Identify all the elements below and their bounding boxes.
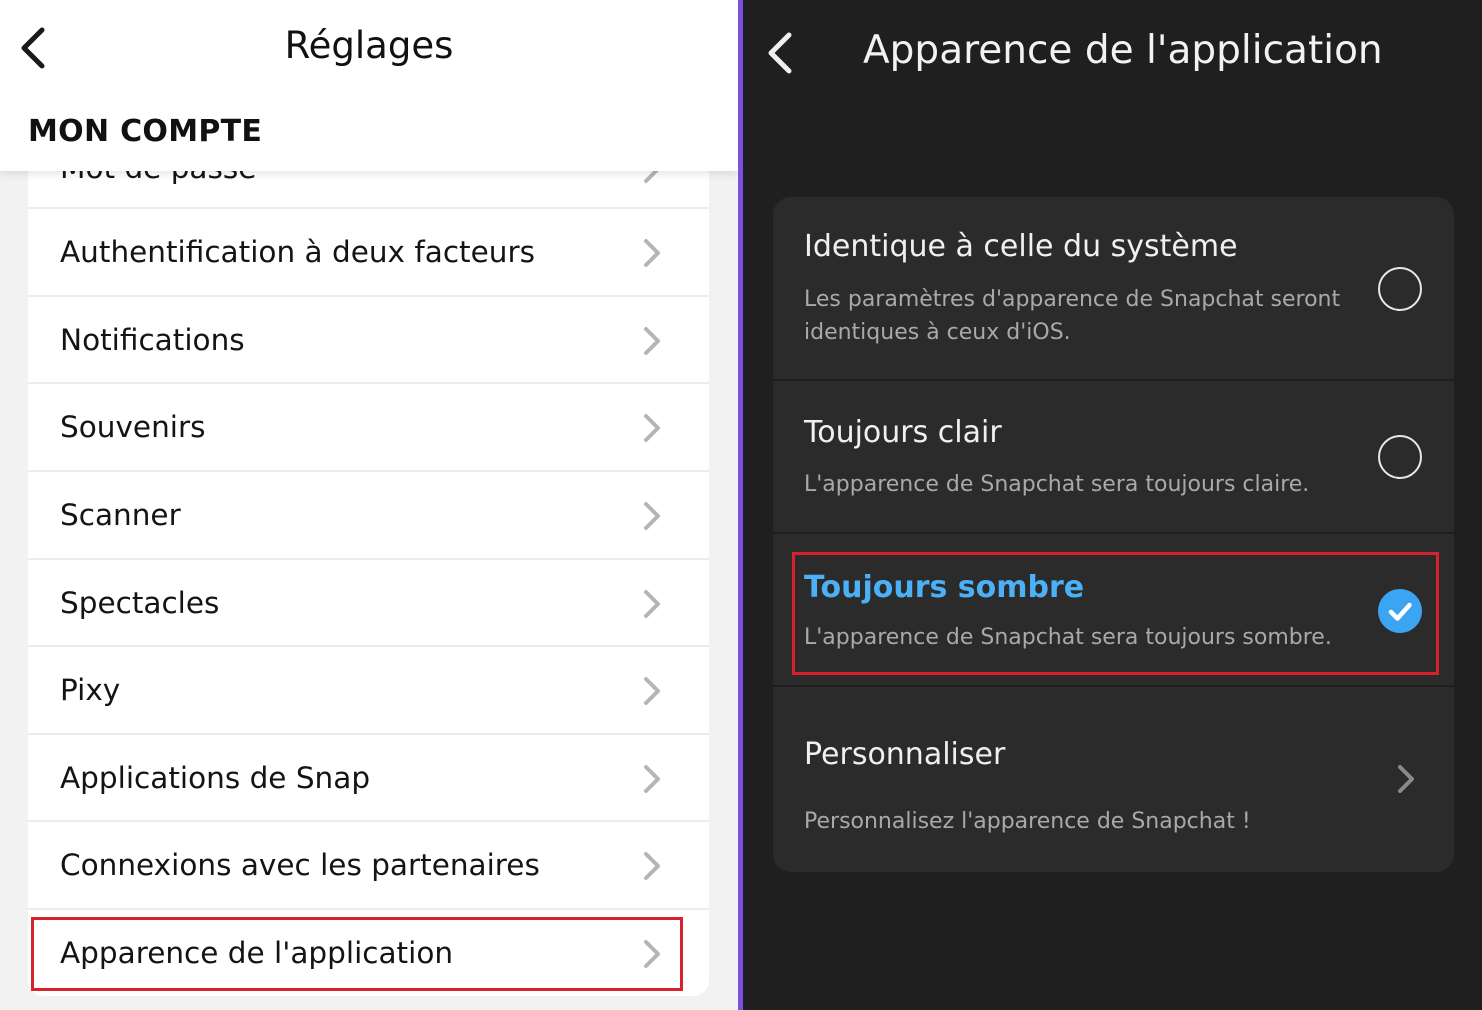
- option-description-line: identiques à ceux d'iOS.: [804, 320, 1071, 345]
- settings-item-notifications[interactable]: Notifications: [28, 295, 709, 382]
- option-always-light[interactable]: Toujours clair L'apparence de Snapchat s…: [773, 381, 1454, 532]
- option-title: Toujours clair: [804, 415, 1002, 450]
- chevron-right-icon: [644, 940, 660, 968]
- settings-item-label: Spectacles: [60, 586, 220, 620]
- settings-item-label: Authentification à deux facteurs: [60, 235, 535, 269]
- appearance-options-card: Identique à celle du système Les paramèt…: [773, 197, 1454, 872]
- option-always-dark[interactable]: Toujours sombre L'apparence de Snapchat …: [773, 534, 1454, 685]
- settings-item-snap-apps[interactable]: Applications de Snap: [28, 733, 709, 820]
- settings-item-label: Applications de Snap: [60, 761, 371, 795]
- settings-item-spectacles[interactable]: Spectacles: [28, 558, 709, 645]
- chevron-right-icon: [644, 677, 660, 705]
- settings-item-label: Souvenirs: [60, 410, 206, 444]
- settings-item-label: Scanner: [60, 498, 181, 532]
- settings-item-souvenirs[interactable]: Souvenirs: [28, 382, 709, 469]
- checkmark-icon[interactable]: [1378, 589, 1422, 633]
- option-title-selected: Toujours sombre: [804, 570, 1085, 605]
- chevron-right-icon: [644, 414, 660, 442]
- settings-item-scanner[interactable]: Scanner: [28, 470, 709, 557]
- settings-item-label: Notifications: [60, 323, 245, 357]
- page-title: Réglages: [284, 24, 454, 67]
- option-customize[interactable]: Personnaliser Personnalisez l'apparence …: [773, 687, 1454, 872]
- option-description: Personnalisez l'apparence de Snapchat !: [804, 809, 1251, 834]
- appearance-panel: Apparence de l'application Identique à c…: [743, 0, 1482, 1010]
- check-glyph: [1388, 602, 1412, 621]
- settings-panel: Réglages MON COMPTE Mot de passe Authent…: [0, 0, 738, 1010]
- radio-button-unchecked[interactable]: [1378, 267, 1422, 311]
- chevron-right-icon: [1398, 765, 1414, 793]
- radio-button-unchecked[interactable]: [1378, 435, 1422, 479]
- chevron-right-icon: [644, 327, 660, 355]
- option-title: Personnaliser: [804, 737, 1006, 772]
- settings-item-label: Connexions avec les partenaires: [60, 848, 540, 882]
- settings-item-two-factor[interactable]: Authentification à deux facteurs: [28, 207, 709, 294]
- chevron-right-icon: [644, 502, 660, 530]
- option-description: L'apparence de Snapchat sera toujours cl…: [804, 472, 1310, 497]
- option-description: L'apparence de Snapchat sera toujours so…: [804, 625, 1332, 650]
- chevron-left-icon[interactable]: [765, 31, 795, 75]
- option-title: Identique à celle du système: [804, 229, 1238, 264]
- option-system[interactable]: Identique à celle du système Les paramèt…: [773, 197, 1454, 379]
- page-title: Apparence de l'application: [863, 28, 1383, 73]
- settings-item-app-appearance[interactable]: Apparence de l'application: [28, 908, 709, 995]
- chevron-right-icon: [644, 765, 660, 793]
- settings-item-pixy[interactable]: Pixy: [28, 645, 709, 732]
- option-description: Les paramètres d'apparence de Snapchat s…: [804, 283, 1340, 349]
- section-label-mon-compte: MON COMPTE: [28, 114, 263, 149]
- settings-header: Réglages MON COMPTE: [0, 0, 738, 171]
- settings-item-label: Apparence de l'application: [60, 936, 454, 970]
- chevron-right-icon: [644, 852, 660, 880]
- settings-item-label: Pixy: [60, 673, 121, 707]
- settings-list: Mot de passe Authentification à deux fac…: [28, 120, 709, 996]
- chevron-right-icon: [644, 239, 660, 267]
- chevron-right-icon: [644, 590, 660, 618]
- settings-item-partner-connections[interactable]: Connexions avec les partenaires: [28, 820, 709, 907]
- option-description-line: Les paramètres d'apparence de Snapchat s…: [804, 287, 1341, 312]
